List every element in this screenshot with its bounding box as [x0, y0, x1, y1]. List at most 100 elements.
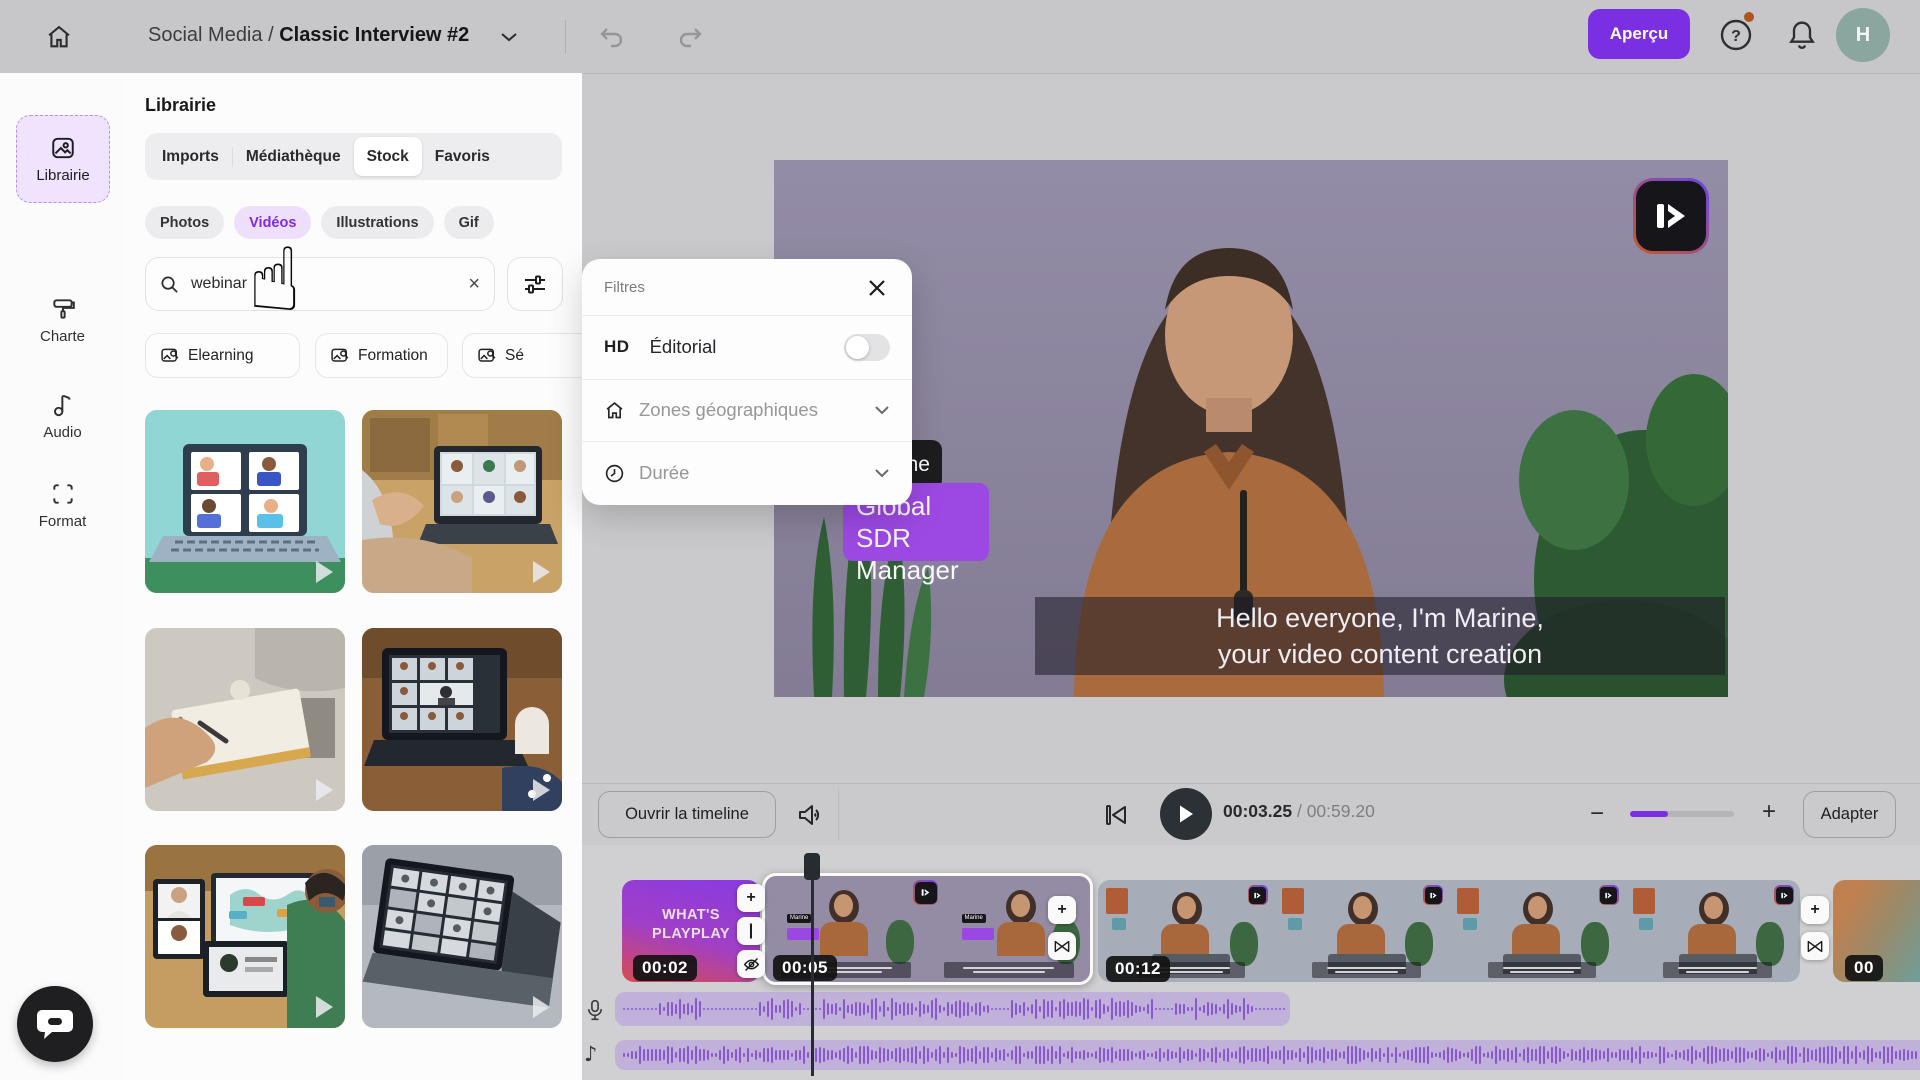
- tab-stock[interactable]: Stock: [354, 137, 422, 176]
- tab-imports[interactable]: Imports: [149, 137, 232, 176]
- transition-icon: [1807, 940, 1823, 953]
- tab-favoris[interactable]: Favoris: [422, 137, 503, 176]
- video-thumbnail[interactable]: [145, 410, 345, 593]
- filters-popover: Filtres HD Éditorial Zones géographiques…: [582, 259, 912, 505]
- topbar-divider: [565, 20, 566, 54]
- voice-track-button[interactable]: [582, 996, 608, 1024]
- image-search-icon: [160, 346, 180, 366]
- chip-gif[interactable]: Gif: [444, 206, 494, 239]
- preview-button[interactable]: Aperçu: [1588, 9, 1690, 59]
- notification-dot: [1744, 12, 1754, 22]
- close-filters-button[interactable]: [860, 271, 894, 305]
- media-type-chips: Photos Vidéos Illustrations Gif: [145, 206, 494, 239]
- playplay-logo-badge: [1248, 885, 1268, 905]
- video-thumbnail[interactable]: [362, 845, 562, 1028]
- hd-badge: HD: [604, 337, 630, 357]
- playplay-logo-badge: [1423, 885, 1443, 905]
- search-icon: [160, 275, 179, 294]
- tag-button-elearning[interactable]: Elearning: [145, 333, 300, 378]
- close-icon: [867, 278, 887, 298]
- split-button[interactable]: |: [737, 917, 765, 945]
- video-thumbnail[interactable]: [362, 628, 562, 811]
- timeline-zoom-slider[interactable]: [1630, 811, 1734, 817]
- breadcrumb: Social Media / Classic Interview #2: [148, 24, 469, 47]
- chat-widget-button[interactable]: [17, 986, 93, 1062]
- add-screen-button[interactable]: +: [1801, 896, 1829, 924]
- play-icon: [1177, 804, 1195, 824]
- sidebar-item-audio[interactable]: Audio: [0, 392, 125, 441]
- skip-to-start-button[interactable]: [1100, 800, 1132, 830]
- transition-hidden-button[interactable]: [737, 950, 765, 978]
- sidebar-item-format[interactable]: Format: [0, 481, 125, 530]
- bell-icon: [1787, 19, 1817, 51]
- chip-photos[interactable]: Photos: [145, 206, 224, 239]
- volume-button[interactable]: [793, 798, 829, 832]
- sliders-icon: [523, 273, 547, 295]
- search-input[interactable]: [189, 274, 458, 294]
- filters-button[interactable]: [507, 257, 563, 311]
- help-icon: ?: [1719, 18, 1753, 52]
- voice-audio-track[interactable]: [615, 992, 1290, 1026]
- cursor-pointer-hand: ☝: [248, 236, 302, 324]
- play-button[interactable]: [1160, 788, 1212, 840]
- undo-icon: [599, 25, 625, 49]
- filter-row-zones[interactable]: Zones géographiques: [582, 379, 912, 441]
- video-editor-app: Social Media / Classic Interview #2 Aper…: [0, 0, 1920, 1080]
- add-screen-button[interactable]: +: [737, 884, 765, 912]
- eye-off-icon: [743, 957, 760, 972]
- image-search-icon: [330, 346, 350, 366]
- chip-illustrations[interactable]: Illustrations: [321, 206, 433, 239]
- playhead-line: [811, 856, 814, 1076]
- fit-button[interactable]: Adapter: [1803, 791, 1896, 838]
- transition-button[interactable]: [1048, 932, 1076, 960]
- add-screen-button[interactable]: +: [1048, 896, 1076, 924]
- play-icon: [533, 996, 550, 1018]
- tag-button-formation[interactable]: Formation: [315, 333, 448, 378]
- subtitle-caption[interactable]: Hello everyone, I'm Marine, your video c…: [1035, 597, 1725, 675]
- playhead-handle[interactable]: [804, 853, 820, 880]
- video-thumbnail[interactable]: [145, 628, 345, 811]
- home-button[interactable]: [42, 20, 76, 54]
- image-search-icon: [477, 346, 497, 366]
- redo-button[interactable]: [674, 22, 706, 52]
- notifications-button[interactable]: [1782, 15, 1822, 55]
- video-thumbnail[interactable]: [145, 845, 345, 1028]
- zoom-in-button[interactable]: +: [1762, 800, 1776, 824]
- filter-row-duree[interactable]: Durée: [582, 441, 912, 505]
- toggle-knob: [846, 336, 869, 359]
- sidebar: [0, 73, 126, 1080]
- home-icon: [45, 23, 73, 51]
- chevron-down-icon: [874, 468, 890, 478]
- microphone-icon: [587, 999, 603, 1021]
- sidebar-item-charte[interactable]: Charte: [0, 296, 125, 345]
- library-panel: Librairie Imports Médiathèque Stock Favo…: [125, 73, 582, 1080]
- playplay-logo-badge: [1774, 885, 1794, 905]
- clear-search-icon[interactable]: ×: [468, 273, 480, 296]
- avatar[interactable]: H: [1836, 8, 1890, 62]
- tab-mediatheque[interactable]: Médiathèque: [233, 137, 354, 176]
- editorial-toggle[interactable]: [844, 334, 890, 361]
- controls-divider: [582, 783, 1920, 784]
- music-note-icon: [51, 392, 75, 418]
- search-box[interactable]: ×: [145, 257, 495, 311]
- clip-duration-badge: 00:12: [1106, 956, 1170, 982]
- music-track-button[interactable]: ♪: [584, 1042, 597, 1066]
- sidebar-item-librairie[interactable]: Librairie: [16, 115, 110, 203]
- play-icon: [316, 779, 333, 801]
- tag-button-seminaire[interactable]: Sé: [462, 333, 592, 378]
- project-menu-chevron[interactable]: [496, 26, 522, 48]
- undo-button[interactable]: [596, 22, 628, 52]
- notebook-writing-photo: [145, 628, 345, 811]
- zoom-out-button[interactable]: −: [1590, 802, 1604, 826]
- timeline-clip-interview[interactable]: [1098, 880, 1800, 982]
- video-thumbnail[interactable]: [362, 410, 562, 593]
- paint-roller-icon: [50, 296, 76, 322]
- playplay-logo-badge[interactable]: [1633, 178, 1709, 254]
- slider-fill: [1630, 811, 1668, 817]
- total-time: 00:59.20: [1307, 801, 1375, 821]
- clip-frame: [1274, 880, 1450, 982]
- open-timeline-button[interactable]: Ouvrir la timeline: [598, 791, 776, 838]
- transition-button[interactable]: [1801, 932, 1829, 960]
- laptop-grid-call-photo: [362, 628, 562, 811]
- clip-frame: [1449, 880, 1625, 982]
